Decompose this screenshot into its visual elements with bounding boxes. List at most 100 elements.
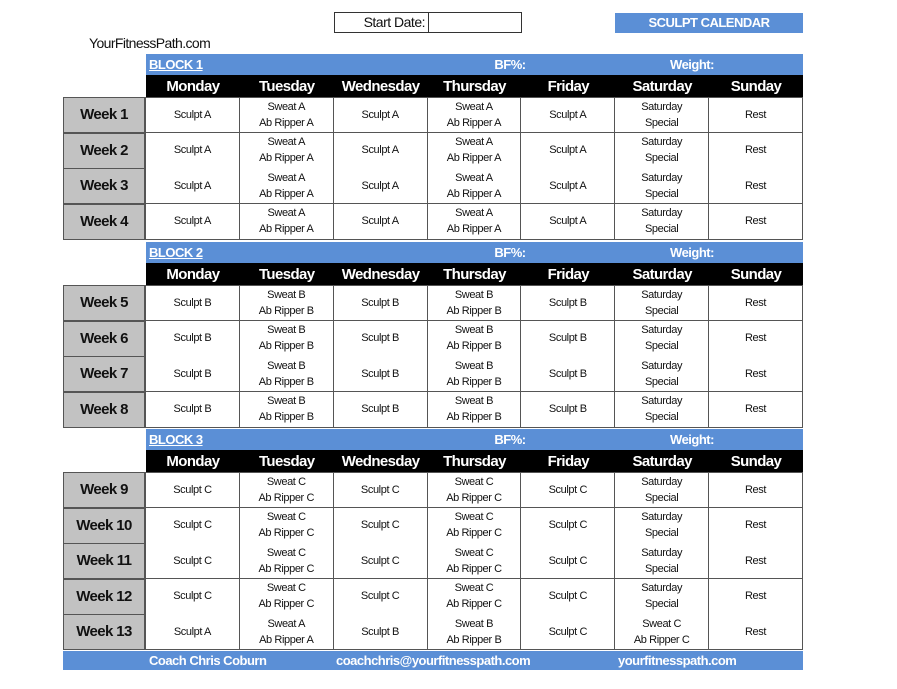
workout-name: Ab Ripper B: [446, 633, 502, 646]
workout-name: Sweat B: [267, 324, 306, 337]
workout-name: Ab Ripper C: [446, 492, 502, 505]
workout-name: Sculpt B: [173, 332, 212, 345]
workout-name: Special: [645, 117, 679, 130]
workout-name: Sculpt C: [173, 484, 212, 497]
workout-cell-monday: Sculpt B: [146, 320, 240, 357]
workout-name: Rest: [744, 484, 766, 497]
workout-name: Ab Ripper B: [258, 305, 314, 318]
workout-name: Saturday: [641, 136, 683, 149]
workout-cell-friday: Sculpt C: [521, 507, 616, 544]
workout-cell-friday: Sculpt A: [521, 168, 616, 205]
week-row: Week 5 Sculpt B Sweat B Ab Ripper B Sculpt B…: [63, 285, 803, 322]
block-bar: BLOCK 2 BF%: Weight:: [146, 242, 803, 263]
workout-name: Sculpt A: [173, 109, 212, 122]
week-row: Week 3 Sculpt A Sweat A Ab Ripper A Sculpt A…: [63, 168, 803, 205]
workout-name: Sculpt C: [548, 484, 588, 497]
workout-cell-sunday: Rest: [709, 132, 803, 169]
workout-name: Sweat C: [642, 617, 682, 630]
workout-cell-friday: Sculpt C: [521, 543, 616, 580]
day-header-saturday: Saturday: [632, 453, 692, 470]
workout-cell-wednesday: Sculpt C: [333, 472, 428, 509]
workout-cell-thursday: Sweat B Ab Ripper B: [427, 391, 522, 428]
workout-name: Rest: [744, 297, 766, 310]
workout-name: Sculpt A: [361, 144, 400, 157]
workout-name: Sweat C: [266, 546, 306, 559]
workout-cell-tuesday: Sweat C Ab Ripper C: [239, 472, 334, 509]
workout-name: Ab Ripper C: [258, 562, 315, 575]
workout-name: Ab Ripper A: [259, 633, 314, 646]
workout-cell-tuesday: Sweat A Ab Ripper A: [239, 132, 334, 169]
week-label: Week 10: [63, 507, 146, 544]
day-header-sunday: Sunday: [730, 453, 782, 470]
workout-cell-thursday: Sweat C Ab Ripper C: [427, 543, 522, 580]
workout-name: Ab Ripper C: [446, 598, 502, 611]
workout-name: Special: [645, 340, 679, 353]
week-row: Week 9 Sculpt C Sweat C Ab Ripper C Sculpt C…: [63, 472, 803, 509]
workout-name: Saturday: [641, 476, 683, 489]
workout-name: Special: [645, 527, 679, 540]
workout-name: Sculpt B: [548, 332, 587, 345]
day-header-row: Monday Tuesday Wednesday Thursday Friday Satu…: [146, 450, 803, 472]
workout-name: Saturday: [641, 207, 683, 220]
workout-name: Sculpt B: [173, 403, 212, 416]
workout-cell-saturday: Saturday Special: [615, 356, 710, 393]
bf-label: BF%:: [494, 57, 526, 72]
start-date-label: Start Date:: [335, 13, 429, 32]
workout-name: Saturday: [641, 289, 683, 302]
workout-cell-monday: Sculpt A: [146, 168, 240, 205]
workout-cell-tuesday: Sweat C Ab Ripper C: [239, 578, 334, 615]
day-header-thursday: Thursday: [443, 78, 506, 95]
workout-name: Sculpt C: [173, 590, 212, 603]
workout-name: Rest: [744, 519, 766, 532]
footer-site[interactable]: yourfitnesspath.com: [618, 651, 737, 670]
workout-name: Ab Ripper B: [446, 340, 502, 353]
workout-name: Sculpt C: [173, 554, 212, 567]
workout-name: Sweat B: [454, 617, 494, 630]
workout-name: Ab Ripper A: [259, 187, 314, 200]
week-row: Week 13 Sculpt A Sweat A Ab Ripper A Sculpt …: [63, 614, 803, 651]
workout-cell-sunday: Rest: [709, 391, 803, 428]
workout-name: Ab Ripper C: [258, 598, 315, 611]
workout-cell-sunday: Rest: [709, 320, 803, 357]
week-row: Week 2 Sculpt A Sweat A Ab Ripper A Sculpt A…: [63, 132, 803, 169]
workout-name: Sculpt C: [360, 554, 400, 567]
workout-name: Sculpt B: [548, 367, 587, 380]
workout-name: Ab Ripper A: [259, 152, 314, 165]
workout-cell-sunday: Rest: [709, 356, 803, 393]
workout-name: Ab Ripper A: [446, 117, 502, 130]
day-header-tuesday: Tuesday: [258, 453, 315, 470]
workout-cell-sunday: Rest: [709, 578, 803, 615]
workout-cell-saturday: Saturday Special: [615, 132, 710, 169]
footer-email[interactable]: coachchris@yourfitnesspath.com: [336, 651, 531, 670]
workout-name: Sweat B: [267, 289, 306, 302]
workout-cell-friday: Sculpt C: [521, 614, 616, 651]
week-label: Week 11: [63, 543, 146, 580]
workout-cell-saturday: Saturday Special: [615, 507, 710, 544]
workout-name: Sculpt A: [173, 215, 212, 228]
weight-label: Weight:: [670, 245, 714, 260]
workout-name: Sculpt C: [548, 625, 588, 638]
workout-cell-friday: Sculpt B: [521, 320, 616, 357]
workout-cell-saturday: Saturday Special: [615, 578, 710, 615]
workout-cell-monday: Sculpt C: [146, 543, 240, 580]
workout-name: Special: [645, 492, 679, 505]
workout-name: Special: [645, 375, 679, 388]
workout-cell-sunday: Rest: [709, 614, 803, 651]
workout-cell-monday: Sculpt B: [146, 285, 240, 322]
workout-name: Ab Ripper B: [446, 411, 502, 424]
workout-name: Saturday: [641, 171, 683, 184]
workout-name: Sweat A: [455, 171, 493, 184]
workout-name: Ab Ripper A: [259, 223, 314, 236]
start-date-input[interactable]: [429, 13, 521, 32]
day-header-saturday: Saturday: [632, 266, 692, 283]
workout-name: Saturday: [641, 359, 683, 372]
workout-name: Sweat B: [267, 359, 306, 372]
workout-cell-tuesday: Sweat B Ab Ripper B: [239, 285, 334, 322]
workout-name: Sweat C: [266, 582, 306, 595]
workout-name: Ab Ripper B: [258, 340, 314, 353]
workout-cell-monday: Sculpt A: [146, 614, 240, 651]
workout-cell-saturday: Saturday Special: [615, 543, 710, 580]
workout-cell-saturday: Sweat C Ab Ripper C: [615, 614, 710, 651]
workout-cell-tuesday: Sweat B Ab Ripper B: [239, 320, 334, 357]
workout-cell-thursday: Sweat C Ab Ripper C: [427, 578, 522, 615]
